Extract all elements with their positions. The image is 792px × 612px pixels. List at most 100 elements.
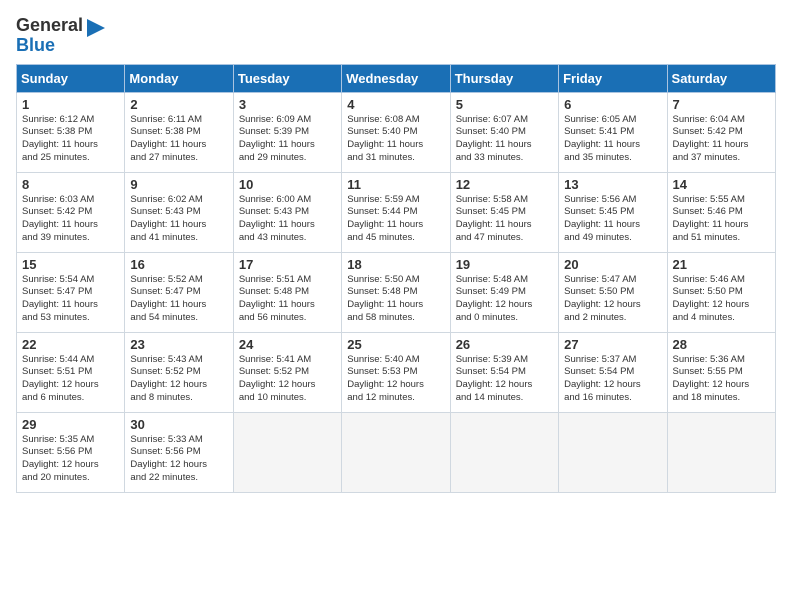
day-number: 4 (347, 97, 444, 112)
calendar-cell (559, 412, 667, 492)
day-number: 17 (239, 257, 336, 272)
cell-text: Sunrise: 5:54 AM Sunset: 5:47 PM Dayligh… (22, 274, 119, 325)
cell-text: Sunrise: 6:05 AM Sunset: 5:41 PM Dayligh… (564, 114, 661, 165)
calendar-cell: 17 Sunrise: 5:51 AM Sunset: 5:48 PM Dayli… (233, 252, 341, 332)
calendar-cell: 18 Sunrise: 5:50 AM Sunset: 5:48 PM Dayli… (342, 252, 450, 332)
calendar-cell: 28 Sunrise: 5:36 AM Sunset: 5:55 PM Dayli… (667, 332, 775, 412)
day-number: 5 (456, 97, 553, 112)
day-number: 19 (456, 257, 553, 272)
day-number: 24 (239, 337, 336, 352)
calendar-cell: 24 Sunrise: 5:41 AM Sunset: 5:52 PM Dayli… (233, 332, 341, 412)
day-number: 29 (22, 417, 119, 432)
day-header-saturday: Saturday (667, 64, 775, 92)
cell-text: Sunrise: 5:35 AM Sunset: 5:56 PM Dayligh… (22, 434, 119, 485)
calendar-cell: 10Sunrise: 6:00 AM Sunset: 5:43 PM Dayli… (233, 172, 341, 252)
day-number: 9 (130, 177, 227, 192)
calendar-week-1: 1Sunrise: 6:12 AM Sunset: 5:38 PM Daylig… (17, 92, 776, 172)
day-number: 18 (347, 257, 444, 272)
cell-text: Sunrise: 5:37 AM Sunset: 5:54 PM Dayligh… (564, 354, 661, 405)
calendar-week-4: 22Sunrise: 5:44 AM Sunset: 5:51 PM Dayli… (17, 332, 776, 412)
calendar-week-5: 29 Sunrise: 5:35 AM Sunset: 5:56 PM Dayli… (17, 412, 776, 492)
day-number: 11 (347, 177, 444, 192)
calendar-cell: 9 Sunrise: 6:02 AM Sunset: 5:43 PM Daylig… (125, 172, 233, 252)
day-number: 3 (239, 97, 336, 112)
cell-text: Sunrise: 5:40 AM Sunset: 5:53 PM Dayligh… (347, 354, 444, 405)
calendar-cell: 11 Sunrise: 5:59 AM Sunset: 5:44 PM Dayli… (342, 172, 450, 252)
calendar-cell: 5 Sunrise: 6:07 AM Sunset: 5:40 PM Daylig… (450, 92, 558, 172)
cell-text: Sunrise: 5:52 AM Sunset: 5:47 PM Dayligh… (130, 274, 227, 325)
calendar-header-row: SundayMondayTuesdayWednesdayThursdayFrid… (17, 64, 776, 92)
calendar-cell: 1Sunrise: 6:12 AM Sunset: 5:38 PM Daylig… (17, 92, 125, 172)
day-number: 16 (130, 257, 227, 272)
cell-text: Sunrise: 5:50 AM Sunset: 5:48 PM Dayligh… (347, 274, 444, 325)
day-number: 6 (564, 97, 661, 112)
cell-text: Sunrise: 5:59 AM Sunset: 5:44 PM Dayligh… (347, 194, 444, 245)
calendar-cell: 25 Sunrise: 5:40 AM Sunset: 5:53 PM Dayli… (342, 332, 450, 412)
cell-text: Sunrise: 6:09 AM Sunset: 5:39 PM Dayligh… (239, 114, 336, 165)
calendar-cell: 7 Sunrise: 6:04 AM Sunset: 5:42 PM Daylig… (667, 92, 775, 172)
calendar-cell: 30Sunrise: 5:33 AM Sunset: 5:56 PM Dayli… (125, 412, 233, 492)
day-number: 2 (130, 97, 227, 112)
cell-text: Sunrise: 5:36 AM Sunset: 5:55 PM Dayligh… (673, 354, 770, 405)
day-header-thursday: Thursday (450, 64, 558, 92)
day-number: 30 (130, 417, 227, 432)
calendar-cell: 15Sunrise: 5:54 AM Sunset: 5:47 PM Dayli… (17, 252, 125, 332)
day-number: 12 (456, 177, 553, 192)
header: General Blue (16, 16, 776, 56)
cell-text: Sunrise: 5:39 AM Sunset: 5:54 PM Dayligh… (456, 354, 553, 405)
logo: General Blue (16, 16, 105, 56)
day-number: 7 (673, 97, 770, 112)
day-number: 20 (564, 257, 661, 272)
day-number: 21 (673, 257, 770, 272)
calendar-cell: 4 Sunrise: 6:08 AM Sunset: 5:40 PM Daylig… (342, 92, 450, 172)
cell-text: Sunrise: 6:02 AM Sunset: 5:43 PM Dayligh… (130, 194, 227, 245)
cell-text: Sunrise: 5:46 AM Sunset: 5:50 PM Dayligh… (673, 274, 770, 325)
calendar-cell: 29 Sunrise: 5:35 AM Sunset: 5:56 PM Dayli… (17, 412, 125, 492)
calendar-cell: 20Sunrise: 5:47 AM Sunset: 5:50 PM Dayli… (559, 252, 667, 332)
day-number: 10 (239, 177, 336, 192)
calendar-cell: 26 Sunrise: 5:39 AM Sunset: 5:54 PM Dayli… (450, 332, 558, 412)
cell-text: Sunrise: 5:43 AM Sunset: 5:52 PM Dayligh… (130, 354, 227, 405)
day-number: 26 (456, 337, 553, 352)
day-header-tuesday: Tuesday (233, 64, 341, 92)
calendar-cell: 14 Sunrise: 5:55 AM Sunset: 5:46 PM Dayli… (667, 172, 775, 252)
cell-text: Sunrise: 5:48 AM Sunset: 5:49 PM Dayligh… (456, 274, 553, 325)
calendar-week-2: 8 Sunrise: 6:03 AM Sunset: 5:42 PM Daylig… (17, 172, 776, 252)
cell-text: Sunrise: 6:03 AM Sunset: 5:42 PM Dayligh… (22, 194, 119, 245)
day-number: 22 (22, 337, 119, 352)
calendar-cell (667, 412, 775, 492)
day-header-friday: Friday (559, 64, 667, 92)
day-number: 27 (564, 337, 661, 352)
cell-text: Sunrise: 5:55 AM Sunset: 5:46 PM Dayligh… (673, 194, 770, 245)
calendar-cell: 2Sunrise: 6:11 AM Sunset: 5:38 PM Daylig… (125, 92, 233, 172)
cell-text: Sunrise: 5:51 AM Sunset: 5:48 PM Dayligh… (239, 274, 336, 325)
calendar-cell (342, 412, 450, 492)
calendar-cell: 19 Sunrise: 5:48 AM Sunset: 5:49 PM Dayli… (450, 252, 558, 332)
logo-arrow-icon (87, 19, 105, 37)
cell-text: Sunrise: 6:08 AM Sunset: 5:40 PM Dayligh… (347, 114, 444, 165)
calendar-cell: 16 Sunrise: 5:52 AM Sunset: 5:47 PM Dayli… (125, 252, 233, 332)
calendar-cell: 22Sunrise: 5:44 AM Sunset: 5:51 PM Dayli… (17, 332, 125, 412)
cell-text: Sunrise: 5:58 AM Sunset: 5:45 PM Dayligh… (456, 194, 553, 245)
calendar-cell (233, 412, 341, 492)
cell-text: Sunrise: 6:04 AM Sunset: 5:42 PM Dayligh… (673, 114, 770, 165)
calendar-cell: 3 Sunrise: 6:09 AM Sunset: 5:39 PM Daylig… (233, 92, 341, 172)
cell-text: Sunrise: 5:41 AM Sunset: 5:52 PM Dayligh… (239, 354, 336, 405)
calendar-cell (450, 412, 558, 492)
cell-text: Sunrise: 6:07 AM Sunset: 5:40 PM Dayligh… (456, 114, 553, 165)
day-number: 8 (22, 177, 119, 192)
day-number: 1 (22, 97, 119, 112)
day-header-sunday: Sunday (17, 64, 125, 92)
calendar-cell: 12 Sunrise: 5:58 AM Sunset: 5:45 PM Dayli… (450, 172, 558, 252)
day-number: 25 (347, 337, 444, 352)
calendar-cell: 23 Sunrise: 5:43 AM Sunset: 5:52 PM Dayli… (125, 332, 233, 412)
day-number: 23 (130, 337, 227, 352)
calendar-table: SundayMondayTuesdayWednesdayThursdayFrid… (16, 64, 776, 493)
day-number: 13 (564, 177, 661, 192)
calendar-week-3: 15Sunrise: 5:54 AM Sunset: 5:47 PM Dayli… (17, 252, 776, 332)
day-number: 28 (673, 337, 770, 352)
day-number: 14 (673, 177, 770, 192)
calendar-cell: 6 Sunrise: 6:05 AM Sunset: 5:41 PM Daylig… (559, 92, 667, 172)
day-header-monday: Monday (125, 64, 233, 92)
day-header-wednesday: Wednesday (342, 64, 450, 92)
